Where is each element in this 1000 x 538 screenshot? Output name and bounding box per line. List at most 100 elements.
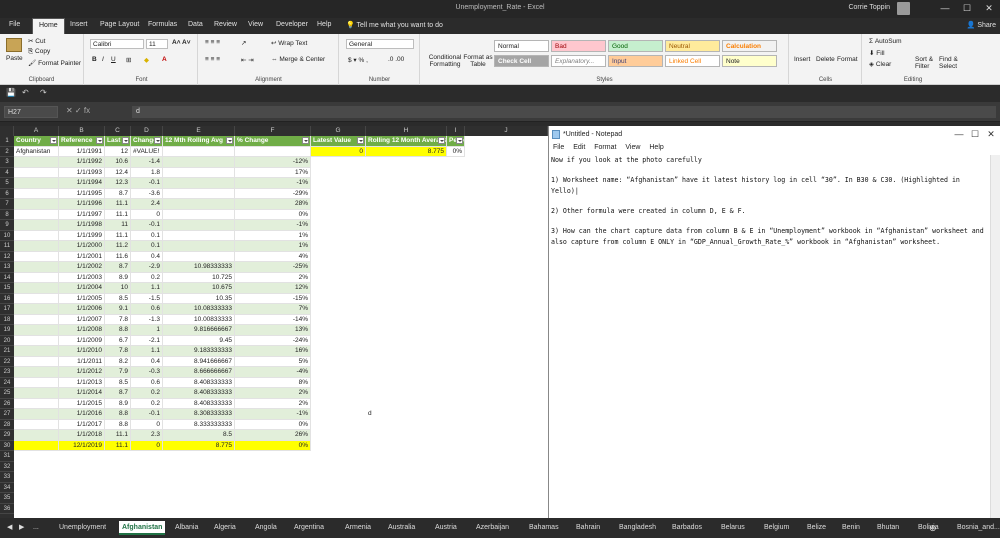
pct-change-cell[interactable]: 16% [235,346,311,357]
font-size-select[interactable]: 11 [146,39,168,49]
pct-change-cell[interactable]: 26% [235,430,311,441]
reference-cell[interactable]: 1/1/2014 [59,388,105,399]
row-header[interactable]: 11 [0,241,14,252]
row-header[interactable]: 18 [0,315,14,325]
last-cell[interactable]: 11.1 [105,430,131,441]
number-format-select[interactable]: General [346,39,414,49]
sort-filter-button[interactable]: Sort & Filter [915,56,937,70]
pct-change-cell[interactable]: 5% [235,356,311,367]
rolling-avg-cell[interactable] [163,146,235,157]
reference-cell[interactable]: 1/1/2005 [59,293,105,304]
country-cell[interactable] [14,325,59,336]
menu-view[interactable]: View [625,144,640,151]
sheet-tab[interactable]: Angola [252,521,280,535]
row-header[interactable]: 16 [0,294,14,304]
sheet-tab[interactable]: Armenia [342,521,374,535]
fill-color-icon[interactable]: ◆ [144,56,149,64]
style-neutral[interactable]: Neutral [665,40,720,52]
pct-change-cell[interactable]: -15% [235,293,311,304]
country-cell[interactable] [14,367,59,378]
last-cell[interactable]: 11 [105,220,131,231]
change-cell[interactable]: 0 [131,209,163,220]
row-header[interactable]: 8 [0,210,14,220]
rolling-avg-cell[interactable]: 9.183333333 [163,346,235,357]
rolling-avg-cell[interactable]: 10.98333333 [163,262,235,273]
filter-dropdown-icon[interactable] [154,137,161,144]
last-cell[interactable]: 10 [105,283,131,294]
header-cell[interactable]: Last [105,136,131,147]
column-header-i[interactable]: I [447,126,465,136]
sheet-tab[interactable]: Bangladesh [616,521,659,535]
last-cell[interactable]: 6.7 [105,335,131,346]
last-cell[interactable]: 7.9 [105,367,131,378]
country-cell[interactable] [14,230,59,241]
pct-change-cell[interactable]: -1% [235,409,311,420]
row-header[interactable]: 32 [0,462,14,472]
menu-edit[interactable]: Edit [573,144,585,151]
change-cell[interactable]: 0.1 [131,230,163,241]
grow-font-button[interactable]: A˄ A˅ [172,39,191,46]
last-cell[interactable]: 11.6 [105,251,131,262]
country-cell[interactable] [14,188,59,199]
wrap-text-button[interactable]: ↩ Wrap Text [271,39,307,47]
style-calculation[interactable]: Calculation [722,40,777,52]
row-header[interactable]: 14 [0,273,14,283]
change-cell[interactable]: 1.8 [131,167,163,178]
change-cell[interactable]: 1.1 [131,346,163,357]
change-cell[interactable]: 0 [131,419,163,430]
rolling-avg-cell[interactable]: 10.725 [163,272,235,283]
style-good[interactable]: Good [608,40,663,52]
sheet-tab[interactable]: Australia [385,521,418,535]
last-cell[interactable]: 8.5 [105,377,131,388]
last-cell[interactable]: 12 [105,146,131,157]
country-cell[interactable] [14,346,59,357]
bold-button[interactable]: B [92,56,97,63]
change-cell[interactable]: -1.5 [131,293,163,304]
rolling-avg-cell[interactable]: 10.00833333 [163,314,235,325]
align-left-icon[interactable]: ≡ ≡ ≡ [205,56,220,63]
reference-cell[interactable]: 1/1/1996 [59,199,105,210]
undo-icon[interactable]: ↶ [22,88,29,97]
country-cell[interactable] [14,314,59,325]
country-cell[interactable] [14,409,59,420]
change-cell[interactable]: 0.4 [131,251,163,262]
borders-icon[interactable]: ⊞ [126,56,131,64]
sheet-tab[interactable]: Belarus [718,521,748,535]
last-cell[interactable]: 8.7 [105,188,131,199]
header-cell[interactable]: % Change [235,136,311,147]
rolling-avg-cell[interactable] [163,199,235,210]
last-cell[interactable]: 11.1 [105,230,131,241]
column-header-b[interactable]: B [59,126,105,136]
column-header-f[interactable]: F [235,126,311,136]
country-cell[interactable] [14,440,59,451]
percent-cell[interactable]: 0% [447,146,465,157]
sheet-tab[interactable]: Azerbaijan [473,521,512,535]
change-cell[interactable]: -0.1 [131,409,163,420]
rolling-avg-cell[interactable]: 8.666666667 [163,367,235,378]
tab-formulas[interactable]: Formulas [148,21,177,28]
tab-home[interactable]: Home [32,18,65,34]
column-header-a[interactable]: A [14,126,59,136]
change-cell[interactable]: 0.4 [131,356,163,367]
sheet-tab[interactable]: Albania [172,521,201,535]
country-cell[interactable] [14,335,59,346]
change-cell[interactable]: -0.3 [131,367,163,378]
tab-developer[interactable]: Developer [276,21,308,28]
row-header[interactable]: 17 [0,304,14,315]
country-cell[interactable] [14,398,59,409]
reference-cell[interactable]: 1/1/2013 [59,377,105,388]
font-name-select[interactable]: Calibri [90,39,144,49]
rolling-avg-cell[interactable] [163,157,235,168]
change-cell[interactable]: 0.2 [131,398,163,409]
rolling-avg-cell[interactable] [163,220,235,231]
country-cell[interactable] [14,199,59,210]
font-color-icon[interactable]: A [162,56,167,63]
reference-cell[interactable]: 1/1/2002 [59,262,105,273]
row-header[interactable]: 1 [0,136,14,147]
pct-change-cell[interactable]: -1% [235,220,311,231]
reference-cell[interactable]: 1/1/1993 [59,167,105,178]
pct-change-cell[interactable]: 1% [235,230,311,241]
rolling-avg-cell[interactable] [163,241,235,252]
row-header[interactable]: 26 [0,399,14,409]
row-header[interactable]: 20 [0,336,14,346]
